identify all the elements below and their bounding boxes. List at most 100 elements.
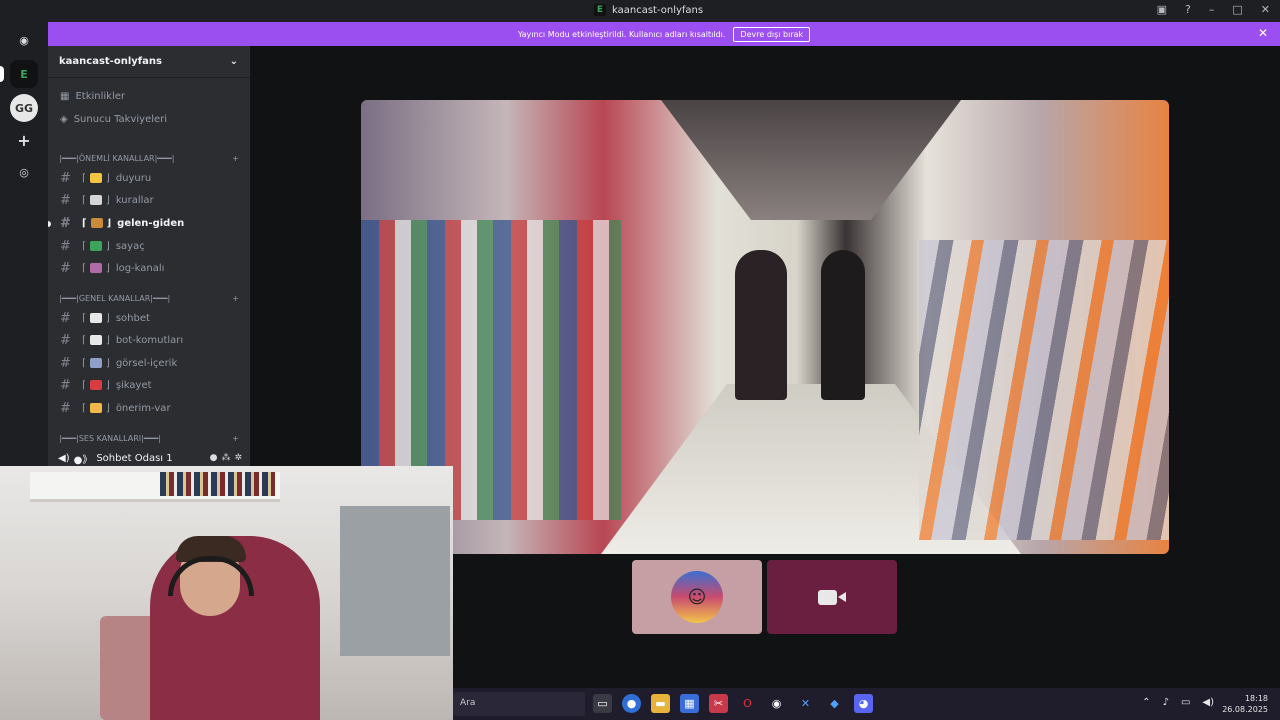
category-voice[interactable]: |━━━|SES KANALLARI|━━━| + [59,434,239,443]
webcam-overlay [0,466,453,720]
category-important[interactable]: |━━━|ÖNEMLİ KANALLAR|━━━| + [59,154,239,163]
hash-icon: # [60,355,71,371]
channel-label: sohbet [115,312,150,324]
channel-sikayet[interactable]: # ⌈ ⌋ şikayet [58,375,244,395]
add-channel-icon[interactable]: + [232,434,239,443]
category-label: |━━━|SES KANALLARI|━━━| [59,434,161,443]
hash-icon: # [60,400,71,416]
discord-home-icon[interactable]: ◉ [10,26,38,54]
invite-icon[interactable]: ⁂ [221,453,230,463]
server-boosts-item[interactable]: ◈ Sunucu Takviyeleri [60,114,167,125]
category-general[interactable]: |━━━|GENEL KANALLAR|━━━| + [59,294,239,303]
voice-channel-label: Sohbet Odası 1 [96,452,173,464]
streamer-mode-banner: Yayıncı Modu etkinleştirildi. Kullanıcı … [48,22,1280,46]
maximize-icon[interactable]: □ [1232,3,1242,16]
chevron-up-icon[interactable]: ⌃ [1142,697,1150,708]
channel-bot-komutlari[interactable]: # ⌈ ⌋ bot-komutları [58,330,244,350]
taskbar-search-placeholder: Ara [460,698,476,708]
video-person [821,250,865,400]
channel-sayac[interactable]: # ⌈ ⌋ sayaç [58,236,244,256]
server-icon-kaancast[interactable]: E [10,60,38,88]
hash-icon: # [60,215,71,231]
calendar-icon: ▦ [60,91,70,102]
banner-message: Yayıncı Modu etkinleştirildi. Kullanıcı … [517,29,726,39]
camera-tile[interactable] [767,560,897,634]
help-icon[interactable]: ? [1185,3,1191,16]
server-header[interactable]: kaancast-onlyfans ⌄ [48,46,250,78]
channel-onerim-var[interactable]: # ⌈ ⌋ önerim-var [58,398,244,418]
hash-icon: # [60,377,71,393]
video-camera-icon [818,587,846,607]
boost-icon: ◈ [60,114,68,125]
clock-date: 26.08.2025 [1222,705,1268,714]
add-server-icon[interactable]: + [10,126,38,154]
channel-label: gelen-giden [117,217,185,229]
webcam-door [340,506,450,656]
obs-icon[interactable]: ◉ [767,694,786,713]
minimize-icon[interactable]: – [1209,3,1215,16]
task-view-icon[interactable]: ▭ [593,694,612,713]
channel-duyuru[interactable]: # ⌈ ⌋ duyuru [58,168,244,188]
channel-gorsel-icerik[interactable]: # ⌈ ⌋ görsel-içerik [58,353,244,373]
speech-icon: ●》 [73,454,93,466]
webcam-books [160,472,275,496]
category-label: |━━━|GENEL KANALLAR|━━━| [59,294,171,303]
video-clothing-rack-right [919,240,1169,540]
close-banner-icon[interactable]: ✕ [1258,26,1268,40]
channel-log-kanali[interactable]: # ⌈ ⌋ log-kanalı [58,258,244,278]
add-channel-icon[interactable]: + [232,154,239,163]
server-icon-gg[interactable]: GG [10,94,38,122]
taskbar-clock[interactable]: 18:18 26.08.2025 [1222,693,1268,715]
disable-streamer-mode-button[interactable]: Devre dışı bırak [733,26,811,42]
hash-icon: # [60,192,71,208]
screen-share-video[interactable] [361,100,1169,554]
hash-icon: # [60,170,71,186]
channel-label: kurallar [115,194,154,206]
snipping-tool-icon[interactable]: ✂ [709,694,728,713]
speech-icon [89,313,102,323]
page-icon [89,195,102,205]
folder-icon[interactable]: ▬ [651,694,670,713]
selected-server-pill [0,66,4,82]
add-channel-icon[interactable]: + [232,294,239,303]
video-ceiling [661,100,961,220]
participant-tile[interactable]: ☺ [632,560,762,634]
bell-icon [89,173,102,183]
floppy-icon [89,263,102,273]
server-logo-icon: E [594,4,606,16]
inbox-icon[interactable]: ▣ [1157,3,1167,16]
door-icon [90,218,103,228]
calculator-icon[interactable]: ▦ [680,694,699,713]
taskbar-search[interactable]: Ara [453,692,585,716]
vscode-icon[interactable]: ✕ [796,694,815,713]
hash-icon: # [60,260,71,276]
microphone-icon[interactable]: ♪ [1163,697,1169,708]
title-bar: E kaancast-onlyfans ▣ ? – □ ✕ [0,0,1280,22]
hash-icon: # [60,238,71,254]
chevron-down-icon[interactable]: ⌄ [230,56,238,67]
channel-sohbet[interactable]: # ⌈ ⌋ sohbet [58,308,244,328]
check-icon [89,241,102,251]
channel-kurallar[interactable]: # ⌈ ⌋ kurallar [58,190,244,210]
no-entry-icon [89,380,102,390]
app-icon[interactable]: ◆ [825,694,844,713]
voice-channel-sohbet-odasi[interactable]: ◀) ●》 Sohbet Odası 1 ● ⁂ ✲ [54,448,246,468]
discord-taskbar-icon[interactable]: ◕ [854,694,873,713]
volume-icon[interactable]: ◀) [1202,697,1214,708]
server-boosts-label: Sunucu Takviyeleri [73,114,168,125]
speaker-icon: ◀) [58,452,70,464]
chrome-icon[interactable]: ● [622,694,641,713]
windows-taskbar: Ara ▭ ● ▬ ▦ ✂ O ◉ ✕ ◆ ◕ ⌃ ♪ ▭ ◀) 18:18 2… [453,688,1280,720]
channel-sidebar: kaancast-onlyfans ⌄ ▦ Etkinlikler ◈ Sunu… [48,46,250,466]
gear-icon[interactable]: ✲ [234,453,242,463]
category-label: |━━━|ÖNEMLİ KANALLAR|━━━| [59,154,175,163]
events-item[interactable]: ▦ Etkinlikler [60,91,125,102]
chat-icon[interactable]: ● [210,453,218,463]
network-icon[interactable]: ▭ [1181,697,1190,708]
server-name: kaancast-onlyfans [59,56,162,67]
channel-label: sayaç [115,240,145,252]
explore-servers-icon[interactable]: ◎ [10,158,38,186]
close-window-icon[interactable]: ✕ [1261,3,1270,16]
channel-gelen-giden[interactable]: # ⌈ ⌋ gelen-giden [58,213,244,233]
opera-icon[interactable]: O [738,694,757,713]
